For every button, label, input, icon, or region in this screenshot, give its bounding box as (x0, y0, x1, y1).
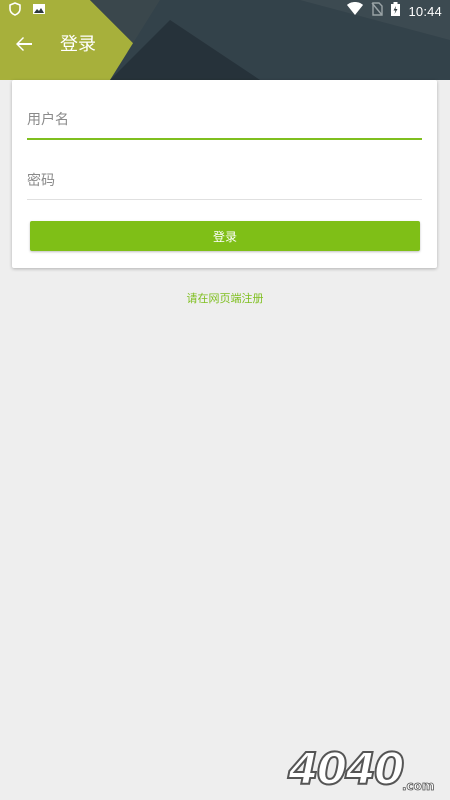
page-title: 登录 (60, 34, 96, 55)
svg-text:.com: .com (402, 779, 434, 793)
image-icon (32, 2, 46, 20)
password-field-container (27, 163, 422, 200)
login-card: 登录 (12, 80, 437, 268)
login-button[interactable]: 登录 (30, 221, 420, 251)
site-watermark: 4040 .com (284, 736, 444, 796)
status-time: 10:44 (408, 3, 442, 19)
password-input[interactable] (27, 163, 422, 199)
status-right-icons: 10:44 (347, 2, 442, 20)
wifi-icon (347, 2, 364, 20)
battery-icon (391, 2, 401, 20)
username-field-container (27, 102, 422, 140)
username-input[interactable] (27, 102, 422, 138)
arrow-back-icon (15, 35, 33, 57)
status-left-icons (8, 2, 46, 20)
no-sim-icon (371, 2, 384, 20)
status-bar: 10:44 (0, 0, 450, 20)
svg-text:4040: 4040 (287, 744, 404, 795)
shield-icon (8, 2, 22, 20)
register-link[interactable]: 请在网页端注册 (0, 290, 450, 306)
app-bar: 登录 (0, 20, 450, 76)
back-button[interactable] (10, 32, 38, 60)
